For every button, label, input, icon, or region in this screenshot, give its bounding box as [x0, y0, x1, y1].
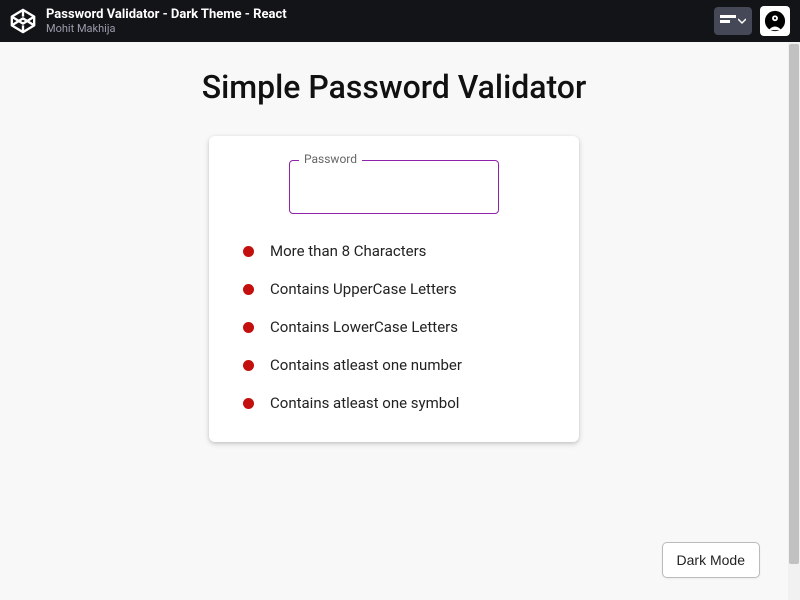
status-dot-icon — [243, 284, 254, 295]
codepen-topbar: Password Validator - Dark Theme - React … — [0, 0, 800, 42]
status-dot-icon — [243, 398, 254, 409]
page-title: Simple Password Validator — [0, 42, 788, 136]
validator-card: Password More than 8 Characters Contains… — [209, 136, 579, 442]
codepen-logo-icon[interactable] — [10, 8, 36, 34]
rule-item: Contains UpperCase Letters — [243, 280, 555, 298]
status-dot-icon — [243, 246, 254, 257]
rule-label: Contains LowerCase Letters — [270, 318, 458, 336]
scrollbar-thumb[interactable] — [789, 44, 799, 564]
rule-item: Contains atleast one symbol — [243, 394, 555, 412]
rule-label: Contains UpperCase Letters — [270, 280, 457, 298]
user-avatar-button[interactable] — [760, 6, 790, 36]
status-dot-icon — [243, 360, 254, 371]
rule-item: More than 8 Characters — [243, 242, 555, 260]
dark-mode-button[interactable]: Dark Mode — [662, 542, 760, 578]
status-dot-icon — [243, 322, 254, 333]
password-field-wrap: Password — [289, 160, 499, 214]
topbar-right — [714, 6, 790, 36]
pen-title: Password Validator - Dark Theme - React — [46, 7, 287, 23]
rule-label: Contains atleast one symbol — [270, 394, 459, 412]
pen-title-block: Password Validator - Dark Theme - React … — [46, 7, 287, 36]
rule-item: Contains LowerCase Letters — [243, 318, 555, 336]
vertical-scrollbar[interactable] — [788, 42, 800, 600]
pen-author[interactable]: Mohit Makhija — [46, 22, 287, 35]
content-area: Simple Password Validator Password More … — [0, 42, 788, 600]
view-layout-button[interactable] — [714, 7, 752, 35]
rule-label: More than 8 Characters — [270, 242, 426, 260]
topbar-left: Password Validator - Dark Theme - React … — [10, 7, 287, 36]
password-label: Password — [299, 152, 362, 166]
rule-label: Contains atleast one number — [270, 356, 462, 374]
password-input[interactable] — [289, 160, 499, 214]
rule-item: Contains atleast one number — [243, 356, 555, 374]
rules-list: More than 8 Characters Contains UpperCas… — [233, 242, 555, 412]
